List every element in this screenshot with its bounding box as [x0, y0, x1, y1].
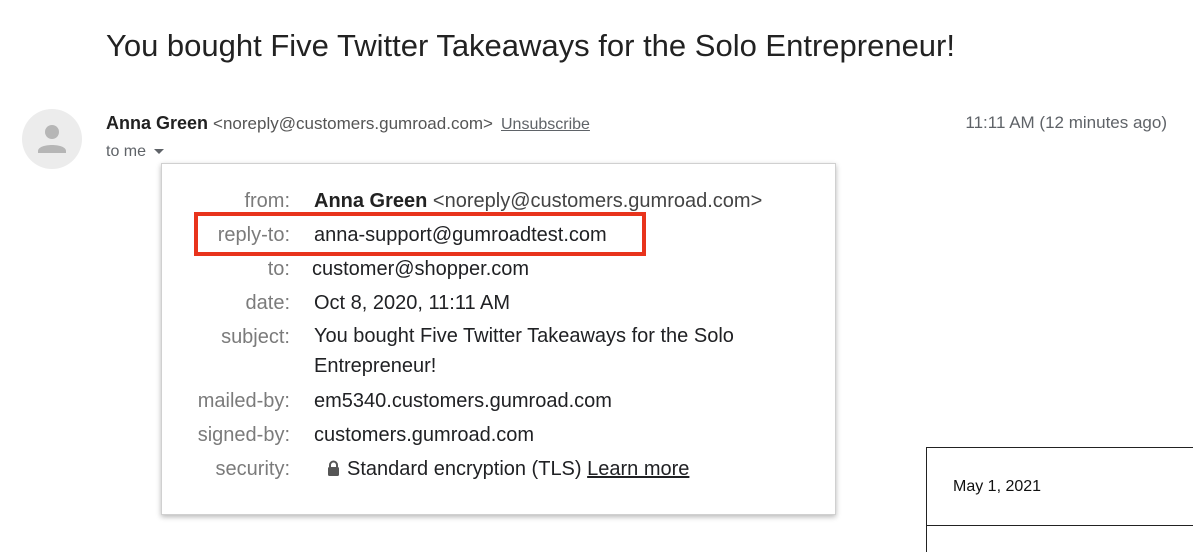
person-icon — [38, 125, 66, 153]
email-timestamp: 11:11 AM (12 minutes ago) — [965, 113, 1167, 132]
recipient-label: to me — [106, 143, 147, 160]
detail-label: to: — [267, 258, 290, 280]
email-subject: You bought Five Twitter Takeaways for th… — [106, 28, 955, 63]
detail-value: Oct 8, 2020, 11:11 AM — [314, 292, 511, 314]
caret-down-icon[interactable] — [154, 149, 165, 155]
detail-value: You bought Five Twitter Takeaways for th… — [314, 325, 734, 377]
detail-value: em5340.customers.gumroad.com — [314, 390, 612, 412]
detail-label: signed-by: — [197, 424, 290, 446]
reply-to-highlight — [194, 212, 646, 256]
detail-label: security: — [215, 458, 290, 480]
detail-label: mailed-by: — [197, 390, 290, 412]
lock-icon — [327, 459, 340, 482]
learn-more-link[interactable]: Learn more — [587, 458, 689, 480]
sender-avatar[interactable] — [22, 109, 82, 169]
detail-label: from: — [244, 190, 290, 212]
side-card: May 1, 2021 — [926, 447, 1193, 552]
detail-value[interactable]: customer@shopper.com — [312, 258, 529, 281]
detail-label: date: — [245, 292, 290, 314]
sender-name[interactable]: Anna Green — [106, 113, 208, 133]
sender-line: Anna Green <noreply@customers.gumroad.co… — [106, 113, 590, 134]
detail-value: Standard encryption (TLS) Learn more — [320, 458, 689, 482]
side-card-divider — [927, 525, 1193, 526]
unsubscribe-link[interactable]: Unsubscribe — [501, 116, 590, 133]
from-email: <noreply@customers.gumroad.com> — [432, 190, 763, 212]
detail-value: Anna Green <noreply@customers.gumroad.co… — [314, 190, 762, 213]
detail-value: customers.gumroad.com — [314, 424, 535, 446]
detail-label: subject: — [221, 326, 290, 348]
email-view: You bought Five Twitter Takeaways for th… — [0, 0, 1193, 552]
security-text: Standard encryption (TLS) — [347, 458, 582, 480]
recipient-toggle[interactable]: to me — [106, 143, 165, 161]
from-name: Anna Green — [314, 190, 428, 212]
sender-email: <noreply@customers.gumroad.com> — [213, 114, 493, 133]
side-card-date: May 1, 2021 — [953, 478, 1042, 495]
